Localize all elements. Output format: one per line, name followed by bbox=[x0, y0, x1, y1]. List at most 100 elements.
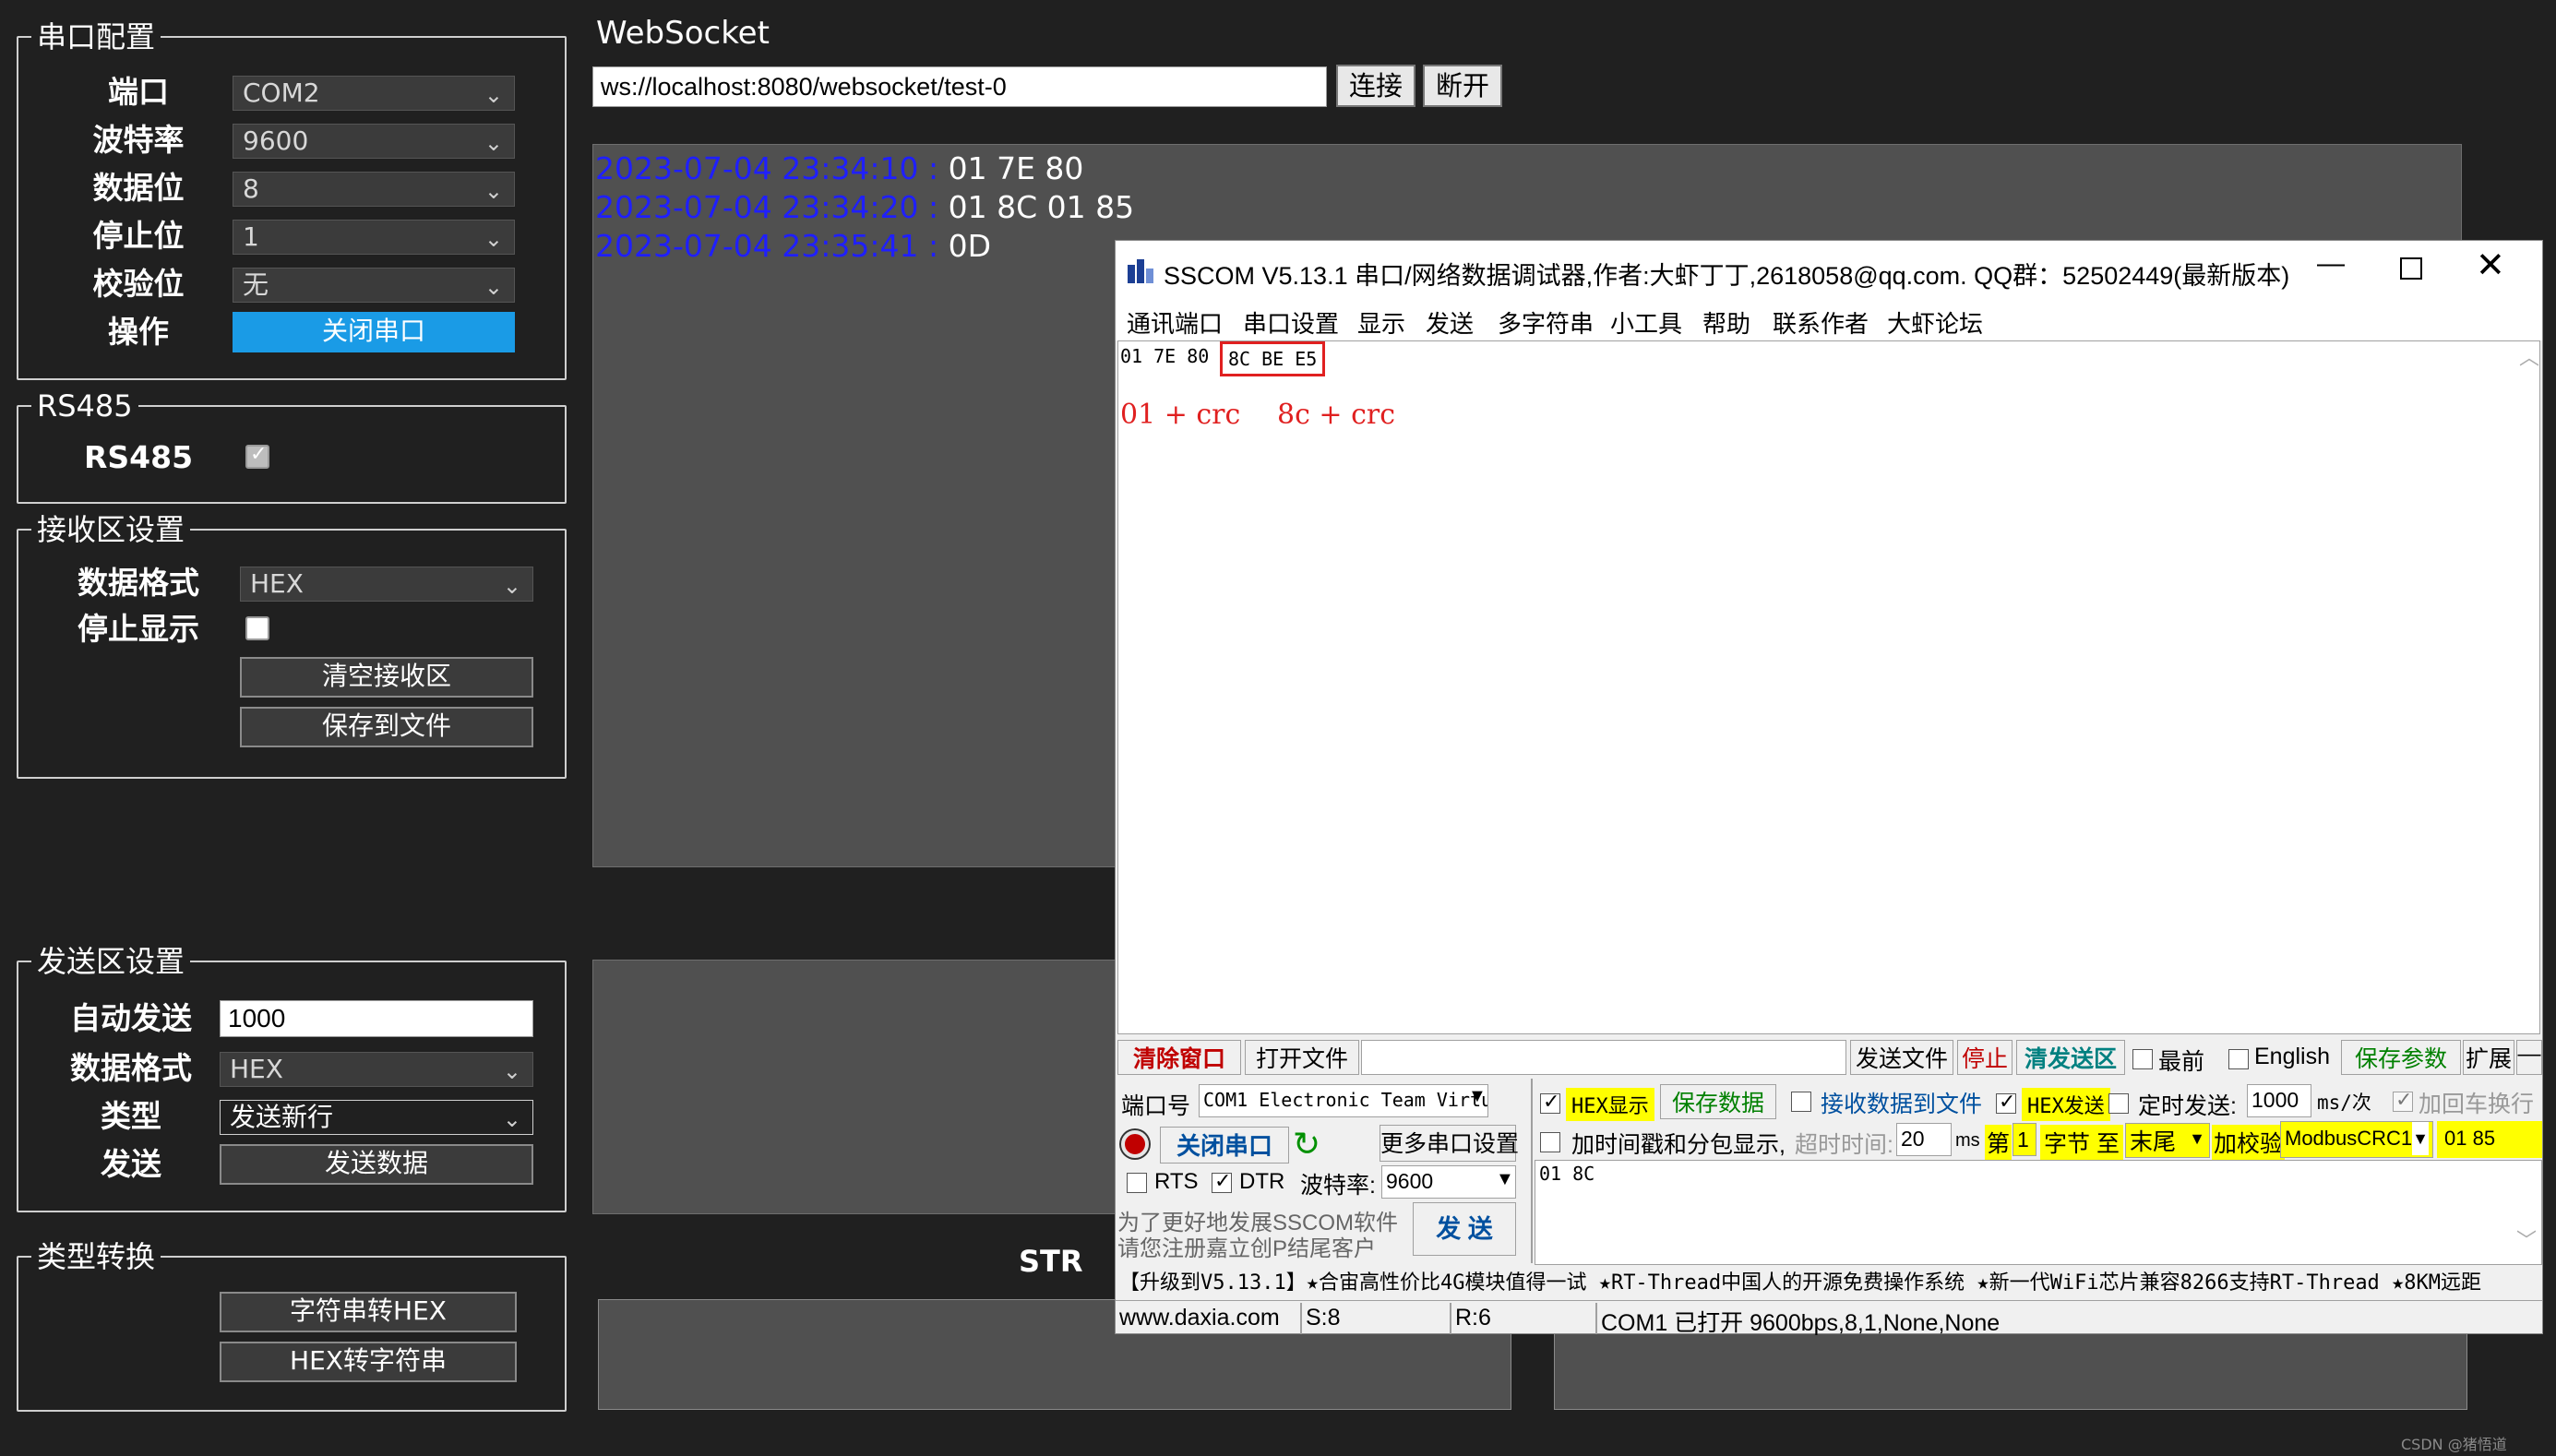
receive-legend: 接收区设置 bbox=[37, 512, 185, 547]
clear-receive-button[interactable]: 清空接收区 bbox=[240, 657, 533, 698]
chevron-down-icon: ⌄ bbox=[484, 226, 503, 252]
baud-select[interactable]: 9600 ⌄ bbox=[233, 124, 515, 159]
timed-send-checkbox[interactable] bbox=[2108, 1093, 2129, 1114]
collapse-button[interactable]: — bbox=[2516, 1040, 2542, 1075]
top-checkbox[interactable] bbox=[2132, 1049, 2153, 1069]
stop-display-checkbox[interactable] bbox=[245, 616, 269, 640]
port-select[interactable]: COM2 ⌄ bbox=[233, 76, 515, 111]
log-entry: 2023-07-04 23:34:10 : 01 7E 80 bbox=[595, 150, 1084, 186]
save-data-button[interactable]: 保存数据 bbox=[1660, 1084, 1776, 1119]
connect-button[interactable]: 连接 bbox=[1336, 65, 1415, 107]
status-bar: www.daxia.com S:8 R:6 COM1 已打开 9600bps,8… bbox=[1116, 1300, 2542, 1336]
menu-item[interactable]: 显示 bbox=[1357, 305, 1405, 340]
recv-highlight: 8C BE E5 bbox=[1220, 341, 1326, 376]
port-number-label: 端口号 bbox=[1121, 1093, 1191, 1119]
sscom-app-icon bbox=[1128, 259, 1153, 283]
timed-send-input[interactable]: 1000 bbox=[2247, 1084, 2311, 1117]
port-number-select[interactable]: COM1 Electronic Team Virtu bbox=[1199, 1084, 1488, 1117]
send-file-button[interactable]: 发送文件 bbox=[1850, 1040, 1953, 1075]
databits-select[interactable]: 8 ⌄ bbox=[233, 172, 515, 207]
chevron-down-icon: ⌄ bbox=[484, 82, 503, 108]
menu-item[interactable]: 大虾论坛 bbox=[1887, 305, 1983, 340]
rts-checkbox[interactable] bbox=[1127, 1173, 1147, 1193]
rs485-legend: RS485 bbox=[37, 388, 133, 424]
english-checkbox[interactable] bbox=[2228, 1049, 2249, 1069]
english-label: English bbox=[2254, 1044, 2330, 1069]
websocket-url-input[interactable]: ws://localhost:8080/websocket/test-0 bbox=[592, 66, 1327, 107]
timeout-input[interactable]: 20 bbox=[1896, 1123, 1952, 1156]
annotation-2: 8c + crc bbox=[1277, 399, 1396, 431]
chevron-down-icon: ▼ bbox=[2412, 1122, 2429, 1155]
byte-to-label: 字节 至 bbox=[2040, 1125, 2123, 1160]
chevron-down-icon[interactable]: ▼ bbox=[1468, 1086, 1487, 1107]
websocket-title: WebSocket bbox=[596, 15, 770, 52]
close-icon[interactable]: ✕ bbox=[2476, 245, 2505, 286]
menu-item[interactable]: 串口设置 bbox=[1243, 305, 1339, 340]
refresh-icon[interactable]: ↻ bbox=[1293, 1125, 1320, 1164]
sscom-baud-label: 波特率: bbox=[1300, 1173, 1376, 1199]
scroll-down-icon[interactable]: ﹀ bbox=[2516, 1224, 2537, 1254]
hex-show-checkbox[interactable] bbox=[1540, 1090, 1560, 1114]
timestamp-checkbox[interactable] bbox=[1540, 1132, 1560, 1152]
convert-legend: 类型转换 bbox=[37, 1239, 156, 1274]
disconnect-button[interactable]: 断开 bbox=[1423, 65, 1502, 107]
rs485-checkbox[interactable] bbox=[245, 443, 269, 469]
annotation-1: 01 + crc bbox=[1120, 399, 1241, 431]
promo-line-2[interactable]: 请您注册嘉立创P结尾客户 bbox=[1117, 1230, 1376, 1262]
send-type-select[interactable]: 发送新行 ⌄ bbox=[220, 1100, 533, 1135]
news-ticker[interactable]: 【升级到V5.13.1】★合宙高性价比4G模块值得一试 ★RT-Thread中国… bbox=[1119, 1267, 2540, 1300]
menu-item[interactable]: 帮助 bbox=[1702, 305, 1750, 340]
sscom-receive-area[interactable]: 01 7E 80 8C BE E5 01 + crc 8c + crc ︿ bbox=[1117, 340, 2540, 1034]
minimize-icon[interactable]: — bbox=[2317, 248, 2345, 280]
port-label: 端口 bbox=[108, 74, 169, 110]
watermark: CSDN @猪悟道 bbox=[2401, 1436, 2507, 1453]
menu-item[interactable]: 联系作者 bbox=[1773, 305, 1869, 340]
chevron-down-icon: ▼ bbox=[2189, 1129, 2205, 1148]
parity-select[interactable]: 无 ⌄ bbox=[233, 268, 515, 303]
sscom-close-port-button[interactable]: 关闭串口 bbox=[1160, 1127, 1289, 1164]
stopbits-select[interactable]: 1 ⌄ bbox=[233, 220, 515, 255]
log-entry: 2023-07-04 23:35:41 : 0D bbox=[595, 228, 991, 264]
checksum-select[interactable]: ModbusCRC16 ▼ bbox=[2280, 1121, 2433, 1158]
stop-button[interactable]: 停止 bbox=[1957, 1040, 2013, 1075]
menu-item[interactable]: 多字符串 bbox=[1498, 305, 1594, 340]
expand-button[interactable]: 扩展 bbox=[2463, 1040, 2514, 1075]
byte-to-select[interactable]: 末尾 ▼ bbox=[2125, 1123, 2210, 1158]
menu-item[interactable]: 发送 bbox=[1426, 305, 1474, 340]
file-path-field[interactable] bbox=[1361, 1040, 1846, 1075]
timeout-unit: ms bbox=[1955, 1130, 1980, 1151]
clear-window-button[interactable]: 清除窗口 bbox=[1117, 1040, 1241, 1075]
send-data-button[interactable]: 发送数据 bbox=[220, 1144, 533, 1185]
scroll-up-icon[interactable]: ︿ bbox=[2519, 341, 2539, 371]
open-file-button[interactable]: 打开文件 bbox=[1245, 1040, 1359, 1075]
sscom-send-textarea[interactable]: 01 8C bbox=[1535, 1160, 2542, 1265]
add-crlf-checkbox[interactable] bbox=[2393, 1088, 2413, 1112]
str-to-hex-button[interactable]: 字符串转HEX bbox=[220, 1292, 517, 1332]
menu-item[interactable]: 小工具 bbox=[1610, 305, 1682, 340]
timed-unit-label: ms/次 bbox=[2317, 1092, 2371, 1114]
byte-from-input[interactable]: 1 bbox=[2013, 1123, 2036, 1156]
clear-send-button[interactable]: 清发送区 bbox=[2016, 1040, 2125, 1075]
maximize-icon[interactable] bbox=[2400, 257, 2422, 280]
menu-item[interactable]: 通讯端口 bbox=[1127, 305, 1223, 340]
record-icon[interactable] bbox=[1121, 1130, 1149, 1158]
save-to-file-button[interactable]: 保存到文件 bbox=[240, 707, 533, 747]
hex-send-checkbox[interactable] bbox=[1996, 1090, 2016, 1114]
hex-send-label: HEX发送 bbox=[2022, 1088, 2110, 1121]
recv-format-select[interactable]: HEX ⌄ bbox=[240, 567, 533, 602]
auto-send-label: 自动发送 bbox=[70, 1000, 192, 1036]
recv-to-file-checkbox[interactable] bbox=[1791, 1092, 1811, 1112]
status-site[interactable]: www.daxia.com bbox=[1119, 1305, 1280, 1331]
sscom-send-button[interactable]: 发 送 bbox=[1413, 1202, 1516, 1256]
close-port-button[interactable]: 关闭串口 bbox=[233, 312, 515, 352]
chevron-down-icon[interactable]: ▼ bbox=[1496, 1169, 1514, 1190]
send-format-select[interactable]: HEX ⌄ bbox=[220, 1052, 533, 1087]
auto-send-input[interactable]: 1000 bbox=[220, 1000, 533, 1037]
dtr-checkbox[interactable] bbox=[1212, 1169, 1232, 1193]
chevron-down-icon: ⌄ bbox=[484, 130, 503, 156]
more-settings-button[interactable]: 更多串口设置 bbox=[1380, 1125, 1519, 1162]
save-params-button[interactable]: 保存参数 bbox=[2341, 1040, 2461, 1075]
hex-to-str-button[interactable]: HEX转字符串 bbox=[220, 1342, 517, 1382]
status-port-info: COM1 已打开 9600bps,8,1,None,None bbox=[1601, 1310, 2001, 1336]
databits-label: 数据位 bbox=[92, 170, 185, 206]
